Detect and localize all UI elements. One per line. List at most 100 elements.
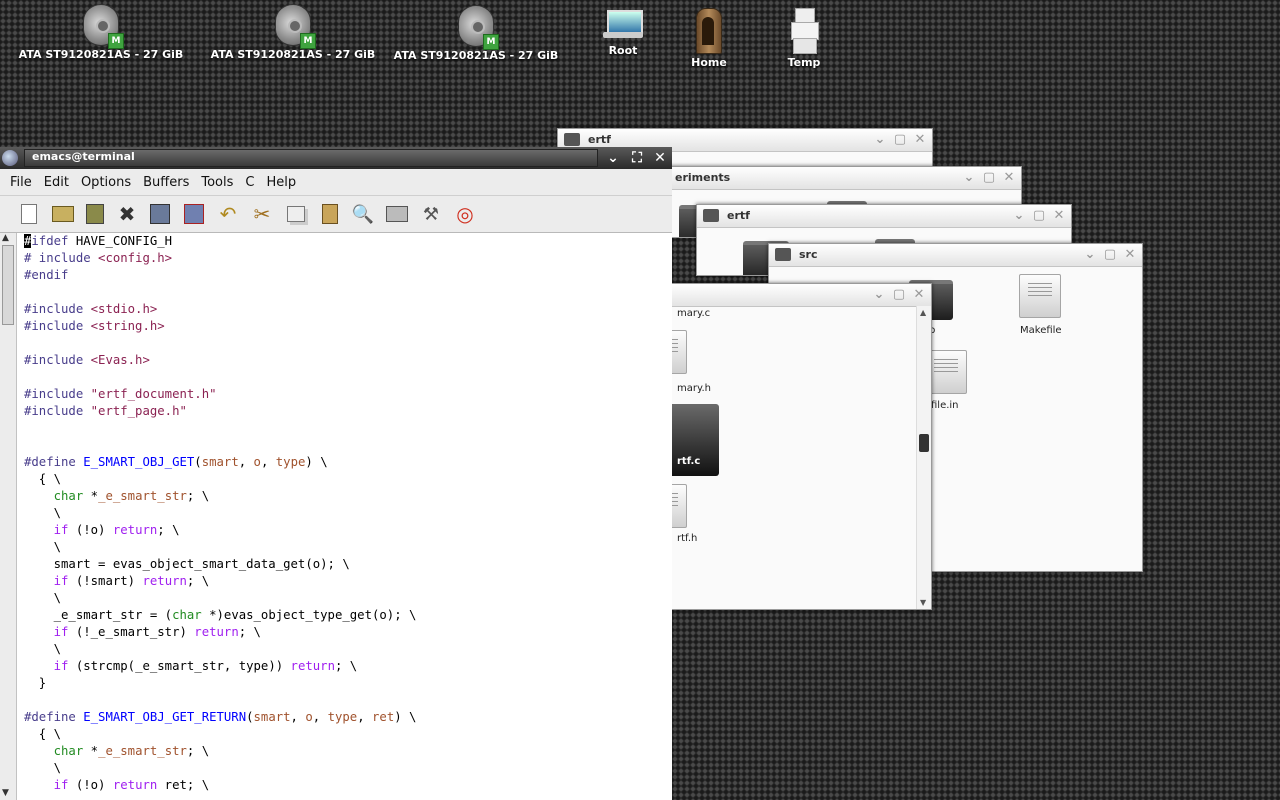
emacs-titlebar[interactable]: emacs@terminal ⌄ ⛶ ✕	[0, 147, 672, 169]
desktop-icon-hdd-1[interactable]: M ATA ST9120821AS - 27 GiB	[6, 4, 196, 61]
mounted-badge: M	[300, 33, 316, 49]
code-line: \	[24, 506, 62, 520]
code-line: { \	[24, 727, 62, 741]
maximize-icon[interactable]: ▢	[1031, 208, 1047, 224]
hard-drive-icon: M	[83, 4, 124, 49]
close-icon[interactable]: ✕	[1001, 170, 1017, 186]
print-icon[interactable]	[386, 203, 408, 225]
close-icon[interactable]: ✕	[651, 149, 669, 167]
desktop-icon-label: ATA ST9120821AS - 27 GiB	[210, 48, 376, 61]
chevron-down-icon[interactable]: ⌄	[604, 149, 622, 167]
menu-bar: File Edit Options Buffers Tools C Help	[0, 169, 672, 196]
maximize-icon[interactable]: ▢	[891, 287, 907, 303]
scroll-thumb[interactable]	[2, 245, 14, 325]
window-title: ertf	[727, 209, 750, 222]
menu-options[interactable]: Options	[75, 175, 137, 190]
dired-icon[interactable]	[84, 203, 106, 225]
menu-edit[interactable]: Edit	[38, 175, 75, 190]
file-label[interactable]: file.in	[931, 400, 959, 411]
emacs-window[interactable]: emacs@terminal ⌄ ⛶ ✕ File Edit Options B…	[0, 147, 672, 800]
close-icon[interactable]: ✕	[1122, 247, 1138, 263]
scroll-up-icon[interactable]: ▲	[920, 308, 926, 317]
maximize-icon[interactable]: ⛶	[628, 149, 646, 167]
code-line: #include "ertf_page.h"	[24, 404, 187, 418]
code-line: if (!_e_smart_str) return; \	[53, 625, 261, 639]
hard-drive-icon: M	[458, 5, 499, 50]
code-line: _e_smart_str = (char *)evas_object_type_…	[24, 608, 417, 622]
scroll-thumb[interactable]	[919, 434, 929, 452]
code-line: if (strcmp(_e_smart_str, type)) return; …	[53, 659, 358, 673]
code-line: char *_e_smart_str; \	[53, 744, 210, 758]
maximize-icon[interactable]: ▢	[981, 170, 997, 186]
desktop-icon-label: Temp	[787, 56, 821, 69]
code-buffer[interactable]: #ifdef HAVE_CONFIG_H # include <config.h…	[24, 233, 416, 794]
desktop-icon-hdd-2[interactable]: M ATA ST9120821AS - 27 GiB	[198, 4, 388, 61]
code-line: #define E_SMART_OBJ_GET_RETURN(smart, o,…	[24, 710, 417, 724]
window-menu-icon[interactable]	[2, 150, 18, 166]
scroll-down-icon[interactable]: ▼	[920, 598, 926, 607]
undo-icon[interactable]: ↶	[217, 202, 239, 226]
scrollbar[interactable]: ▲ ▼	[916, 306, 931, 609]
close-icon[interactable]: ✕	[911, 287, 927, 303]
window-titlebar[interactable]: ⌄ ▢ ✕	[641, 284, 931, 307]
code-line: \	[24, 761, 62, 775]
file-manager-window-front[interactable]: ⌄ ▢ ✕ mary.c mary.h rtf.c rtf.h ▲ ▼	[640, 283, 932, 610]
close-icon[interactable]: ✕	[912, 132, 928, 148]
code-line: #endif	[24, 268, 69, 282]
code-line: \	[24, 540, 62, 554]
search-icon[interactable]: 🔍	[352, 203, 374, 225]
file-label[interactable]: rtf.h	[677, 533, 697, 544]
menu-file[interactable]: File	[4, 175, 38, 190]
file-label[interactable]: mary.h	[677, 383, 711, 394]
menu-tools[interactable]: Tools	[195, 175, 239, 190]
code-line: if (!o) return ret; \	[53, 778, 210, 792]
cut-icon[interactable]: ✂	[251, 202, 273, 226]
temp-icon	[791, 8, 819, 54]
menu-buffers[interactable]: Buffers	[137, 175, 195, 190]
chevron-down-icon[interactable]: ⌄	[871, 287, 887, 303]
window-titlebar[interactable]: ertf ⌄ ▢ ✕	[697, 205, 1071, 228]
code-line: }	[24, 676, 47, 690]
close-buffer-icon[interactable]: ✖	[116, 202, 138, 226]
code-line: \	[24, 642, 62, 656]
file-label[interactable]: Makefile	[1020, 325, 1062, 336]
chevron-down-icon[interactable]: ⌄	[872, 132, 888, 148]
window-title: eriments	[675, 171, 731, 184]
makefile-icon[interactable]	[1019, 274, 1061, 318]
editor-area[interactable]: ▲ ▼ #ifdef HAVE_CONFIG_H # include <conf…	[0, 233, 672, 800]
chevron-down-icon[interactable]: ⌄	[1011, 208, 1027, 224]
code-line: # include <config.h>	[24, 251, 173, 265]
window-title: src	[799, 248, 818, 261]
window-titlebar[interactable]: src ⌄ ▢ ✕	[769, 244, 1142, 267]
save-as-icon[interactable]	[183, 203, 205, 225]
mounted-badge: M	[108, 33, 124, 49]
open-folder-icon[interactable]	[52, 203, 74, 225]
help-icon[interactable]: ◎	[454, 202, 476, 226]
chevron-down-icon[interactable]: ⌄	[961, 170, 977, 186]
code-line: if (!smart) return; \	[53, 574, 210, 588]
window-titlebar[interactable]: eriments ⌄ ▢ ✕	[641, 167, 1021, 190]
paste-icon[interactable]	[319, 203, 341, 225]
mounted-badge: M	[483, 34, 499, 50]
file-label[interactable]: mary.c	[677, 308, 710, 319]
maximize-icon[interactable]: ▢	[892, 132, 908, 148]
chevron-down-icon[interactable]: ⌄	[1082, 247, 1098, 263]
save-icon[interactable]	[149, 203, 171, 225]
file-label: rtf.c	[677, 456, 701, 467]
close-icon[interactable]: ✕	[1051, 208, 1067, 224]
code-line: #include <Evas.h>	[24, 353, 150, 367]
new-file-icon[interactable]	[18, 203, 40, 225]
code-line: #ifdef HAVE_CONFIG_H	[24, 234, 173, 248]
maximize-icon[interactable]: ▢	[1102, 247, 1118, 263]
copy-icon[interactable]	[285, 203, 307, 225]
scroll-down-icon[interactable]: ▼	[2, 788, 9, 798]
menu-help[interactable]: Help	[260, 175, 302, 190]
code-line: \	[24, 591, 62, 605]
preferences-icon[interactable]: ⚒	[420, 203, 442, 225]
editor-scrollbar[interactable]: ▲ ▼	[0, 233, 17, 800]
desktop-icon-temp[interactable]: Temp	[709, 8, 899, 69]
menu-c[interactable]: C	[239, 175, 260, 190]
scroll-up-icon[interactable]: ▲	[2, 233, 9, 243]
code-line: #define E_SMART_OBJ_GET(smart, o, type) …	[24, 455, 328, 469]
code-line: char *_e_smart_str; \	[53, 489, 210, 503]
